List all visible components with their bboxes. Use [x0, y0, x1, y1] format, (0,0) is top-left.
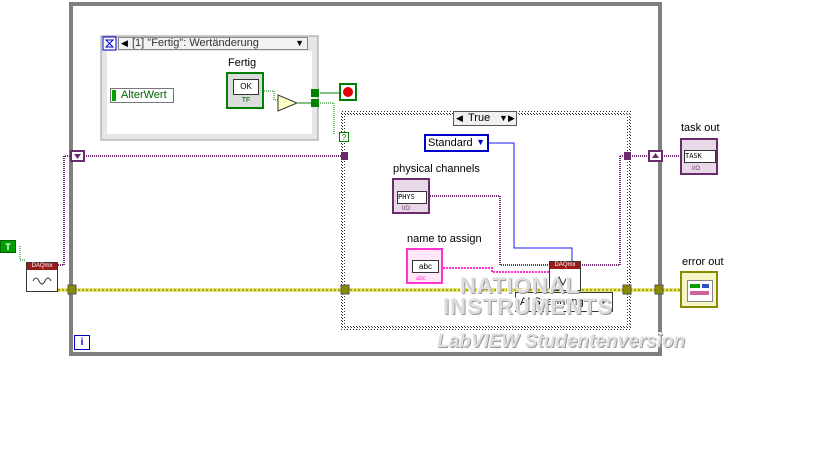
error-tunnel-loop-out[interactable]	[654, 284, 664, 295]
clear-task-icon	[32, 277, 52, 285]
phys-type: I/O	[402, 206, 411, 212]
ok-button: OK	[233, 79, 259, 95]
task-out-terminal[interactable]: TASK I/O	[680, 138, 718, 175]
daqmx-clear-task-node[interactable]: DAQmx	[26, 262, 58, 292]
error-out-label: error out	[682, 256, 724, 268]
boolean-marker	[112, 90, 116, 101]
error-cluster-icon	[687, 280, 713, 302]
name-to-assign-terminal[interactable]: abc abc	[406, 248, 443, 284]
error-out-terminal[interactable]	[680, 271, 718, 308]
chevron-down-icon[interactable]: ▼	[295, 38, 304, 48]
chevron-down-icon[interactable]: ▼	[476, 137, 485, 147]
bool-tunnel-event-2[interactable]	[311, 99, 319, 107]
daqmx-header: DAQmx	[27, 263, 57, 270]
error-tunnel-loop-in[interactable]	[67, 284, 77, 295]
abc-type: abc	[416, 276, 426, 282]
alter-wert-terminal[interactable]: AlterWert	[110, 88, 174, 103]
true-constant[interactable]: T	[0, 240, 16, 253]
arrow-right-icon[interactable]: ▶	[508, 113, 515, 124]
alter-wert-label: AlterWert	[121, 89, 167, 101]
stop-icon	[343, 87, 353, 97]
fertig-button-terminal[interactable]: OK TF	[226, 72, 264, 109]
bool-tunnel-event-1[interactable]	[311, 89, 319, 97]
task-out-label: task out	[681, 122, 720, 134]
error-tunnel-case-out[interactable]	[622, 284, 632, 295]
task-value: TASK	[684, 150, 716, 163]
phys-value: PHYS	[397, 191, 427, 204]
physical-channels-terminal[interactable]: PHYS I/O	[392, 178, 430, 214]
standard-enum[interactable]: Standard ▼	[424, 134, 489, 152]
arrow-left-icon[interactable]: ◀	[456, 113, 463, 124]
fertig-type: TF	[241, 97, 251, 104]
event-case-label: [1] "Fertig": Wertänderung	[132, 37, 259, 49]
chevron-down-icon[interactable]: ▼	[499, 113, 508, 123]
event-selector[interactable]: ◀ [1] "Fertig": Wertänderung ▼	[118, 37, 308, 50]
task-type: I/O	[692, 166, 701, 172]
fertig-label: Fertig	[228, 57, 257, 69]
watermark-line3: LabVIEW Studentenversion	[437, 331, 686, 352]
loop-iteration-terminal[interactable]: i	[74, 335, 90, 350]
daqmx-header: DAQmx	[550, 262, 580, 269]
watermark-line2: INSTRUMENTS	[443, 294, 613, 319]
name-to-assign-label: name to assign	[407, 233, 482, 245]
block-diagram	[19, 2, 680, 356]
task-tunnel-in[interactable]	[341, 152, 348, 160]
case-selector-terminal[interactable]: ?	[339, 132, 349, 142]
abc-value: abc	[412, 260, 439, 273]
arrow-left-icon[interactable]: ◀	[121, 38, 128, 49]
standard-value: Standard	[428, 137, 473, 149]
error-tunnel-case-in[interactable]	[340, 284, 350, 295]
task-tunnel-out[interactable]	[624, 152, 631, 160]
case-selector-value: True	[468, 112, 491, 124]
physical-channels-label: physical channels	[393, 163, 480, 175]
case-selector[interactable]: ◀ True ▼ ▶	[453, 111, 517, 126]
